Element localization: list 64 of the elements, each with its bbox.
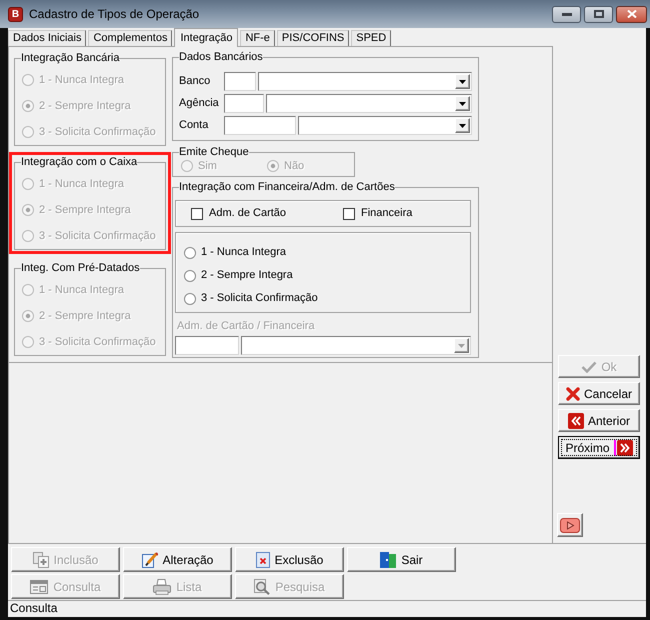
tab[interactable]: PIS/COFINS — [276, 30, 350, 46]
minimize-icon — [562, 12, 572, 16]
double-chevron-left-icon — [568, 412, 584, 428]
combo-box[interactable] — [241, 336, 471, 355]
play-button[interactable] — [557, 513, 583, 537]
tab[interactable]: Complementos — [88, 30, 172, 46]
tab[interactable]: Dados Iniciais — [8, 30, 86, 46]
code-field[interactable] — [224, 94, 264, 113]
tab[interactable]: Integração — [174, 28, 238, 47]
radio-option[interactable]: 1 - Nunca Integra — [184, 241, 286, 264]
check-icon — [581, 360, 598, 372]
caret-icon — [459, 80, 466, 84]
door-icon — [380, 552, 396, 568]
field-label: Conta — [179, 119, 210, 132]
group-title: Integ. Com Pré-Datados — [21, 262, 140, 275]
double-chevron-right-icon — [614, 440, 632, 456]
edit-button[interactable]: Alteração — [123, 547, 232, 572]
dropdown-button[interactable] — [455, 96, 470, 111]
radio-option[interactable]: 3 - Solicita Confirmação — [184, 287, 318, 310]
next-button[interactable]: Próximo — [558, 436, 640, 459]
group-title: Dados Bancários — [179, 51, 263, 64]
code-field[interactable] — [175, 336, 239, 355]
maximize-icon — [594, 10, 604, 18]
combo-box[interactable] — [258, 72, 472, 91]
document-x-icon — [256, 552, 270, 568]
field-label: Adm. de Cartão / Financeira — [177, 320, 315, 333]
group-title: Integração com o Caixa — [21, 156, 138, 169]
dropdown-button[interactable] — [455, 118, 470, 133]
tab[interactable]: SPED — [351, 30, 392, 46]
combo-box[interactable] — [266, 94, 472, 113]
document-pencil-icon — [142, 552, 158, 568]
status-bar: Consulta — [8, 600, 646, 617]
field-label: Banco — [179, 75, 212, 88]
group-title: Integração com Financeira/Adm. de Cartões — [179, 181, 395, 194]
delete-button[interactable]: Exclusão — [235, 547, 344, 572]
code-field[interactable] — [224, 116, 296, 135]
tab[interactable]: NF-e — [240, 30, 275, 46]
caret-icon — [459, 124, 466, 128]
cancel-button[interactable]: Cancelar — [558, 382, 640, 405]
radio-option[interactable]: 2 - Sempre Integra — [184, 264, 293, 287]
field-label: Agência — [179, 97, 220, 110]
printer-icon — [153, 578, 172, 594]
document-plus-icon — [32, 552, 49, 568]
play-icon — [560, 518, 580, 532]
code-field[interactable] — [224, 72, 256, 91]
search-icon — [254, 578, 270, 594]
app-logo: B — [8, 6, 23, 22]
caret-icon — [458, 344, 465, 348]
group-title: Emite Cheque — [179, 146, 249, 159]
close-icon — [626, 10, 636, 18]
caret-icon — [459, 102, 466, 106]
previous-button[interactable]: Anterior — [558, 409, 640, 432]
checkbox-option[interactable]: Adm. de Cartão — [191, 207, 286, 220]
dropdown-button[interactable] — [455, 74, 470, 89]
window-icon — [30, 580, 48, 594]
exit-button[interactable]: Sair — [347, 547, 456, 572]
close-button[interactable] — [616, 6, 647, 22]
window-title: Cadastro de Tipos de Operação — [29, 6, 200, 22]
combo-box[interactable] — [298, 116, 472, 135]
minimize-button[interactable] — [552, 6, 581, 22]
checkbox-option[interactable]: Financeira — [343, 207, 412, 220]
group-title: Integração Bancária — [21, 52, 120, 65]
cross-icon — [566, 386, 580, 400]
maximize-button[interactable] — [584, 6, 613, 22]
